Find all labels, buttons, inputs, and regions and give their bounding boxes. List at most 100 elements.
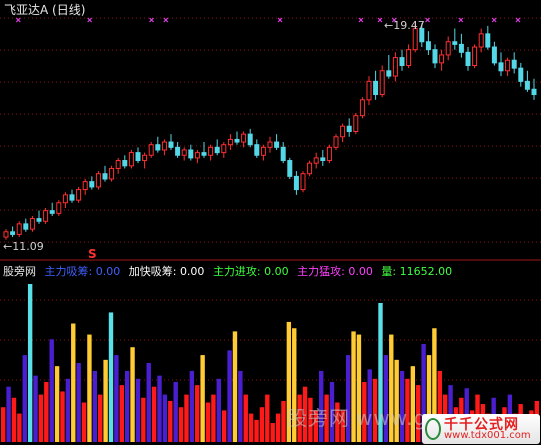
volume-bar[interactable]	[189, 370, 195, 442]
candle[interactable]	[366, 76, 372, 106]
candle[interactable]	[254, 139, 260, 158]
candle[interactable]	[280, 142, 286, 164]
volume-bar[interactable]	[270, 423, 275, 442]
volume-bar[interactable]	[173, 381, 178, 442]
volume-bar[interactable]	[248, 413, 254, 442]
candle[interactable]	[359, 97, 365, 119]
volume-bar[interactable]	[33, 375, 38, 442]
candle[interactable]	[208, 144, 214, 161]
candle[interactable]	[267, 136, 273, 153]
volume-bar[interactable]	[195, 385, 200, 442]
volume-bar[interactable]	[259, 407, 265, 442]
candle[interactable]	[89, 176, 95, 190]
candle[interactable]	[16, 221, 22, 238]
candle[interactable]	[29, 215, 35, 232]
candle[interactable]	[505, 57, 511, 77]
candle[interactable]	[76, 186, 82, 203]
candle[interactable]	[340, 123, 346, 143]
candle[interactable]	[511, 52, 517, 74]
candle[interactable]	[168, 134, 174, 150]
volume-bar[interactable]	[178, 407, 184, 442]
candle[interactable]	[227, 134, 233, 150]
candle[interactable]	[472, 44, 478, 69]
candle[interactable]	[406, 44, 412, 69]
volume-bar[interactable]	[27, 284, 33, 442]
candle[interactable]	[313, 152, 319, 169]
candle[interactable]	[307, 160, 313, 177]
candle[interactable]	[458, 33, 464, 58]
candle[interactable]	[274, 134, 280, 150]
candle[interactable]	[439, 49, 445, 71]
candle[interactable]	[293, 171, 299, 195]
volume-bar[interactable]	[151, 386, 157, 442]
candle[interactable]	[452, 28, 458, 50]
candle[interactable]	[399, 49, 405, 71]
candle[interactable]	[102, 165, 108, 182]
volume-bar[interactable]	[114, 355, 119, 442]
candle[interactable]	[320, 149, 326, 166]
candle[interactable]	[241, 131, 247, 148]
candle[interactable]	[188, 144, 194, 161]
candle[interactable]	[300, 171, 306, 193]
candle[interactable]	[287, 157, 293, 180]
candle[interactable]	[326, 144, 332, 164]
candle[interactable]	[82, 179, 88, 195]
volume-bar[interactable]	[108, 312, 114, 442]
candle[interactable]	[465, 47, 471, 71]
volume-bar[interactable]	[22, 355, 27, 442]
volume-bar[interactable]	[1, 407, 6, 442]
candle[interactable]	[491, 41, 497, 66]
candle[interactable]	[373, 70, 379, 100]
volume-bar[interactable]	[65, 378, 71, 442]
candle[interactable]	[425, 31, 431, 55]
candle[interactable]	[247, 128, 253, 148]
candle[interactable]	[49, 202, 55, 216]
volume-bar[interactable]	[81, 402, 87, 443]
candle[interactable]	[260, 144, 266, 161]
candle[interactable]	[498, 52, 504, 77]
volume-bar[interactable]	[211, 394, 216, 442]
volume-bar[interactable]	[157, 375, 162, 442]
volume-bar[interactable]	[38, 394, 44, 442]
volume-bar[interactable]	[17, 413, 22, 442]
volume-bar[interactable]	[98, 394, 103, 442]
volume-bar[interactable]	[103, 359, 108, 442]
candle[interactable]	[214, 139, 220, 156]
volume-bar[interactable]	[205, 402, 211, 443]
candle[interactable]	[142, 152, 148, 169]
candle[interactable]	[386, 54, 392, 79]
candle[interactable]	[23, 218, 29, 232]
volume-bar[interactable]	[281, 400, 286, 442]
candle[interactable]	[234, 131, 240, 145]
volume-bar[interactable]	[11, 397, 17, 442]
candle[interactable]	[181, 147, 187, 161]
volume-bar[interactable]	[44, 381, 49, 442]
volume-bar[interactable]	[87, 334, 92, 442]
candle[interactable]	[485, 25, 491, 50]
candle[interactable]	[445, 36, 451, 61]
candle[interactable]	[432, 44, 438, 69]
candle[interactable]	[518, 62, 524, 87]
candle[interactable]	[122, 155, 128, 169]
candle[interactable]	[379, 65, 385, 98]
candle[interactable]	[56, 200, 62, 216]
candle[interactable]	[155, 136, 161, 153]
candle[interactable]	[175, 142, 181, 158]
candle[interactable]	[62, 192, 68, 209]
volume-bar[interactable]	[232, 331, 238, 442]
candle[interactable]	[161, 139, 167, 156]
volume-bar[interactable]	[275, 413, 281, 442]
volume-bar[interactable]	[221, 410, 227, 442]
candle[interactable]	[148, 142, 154, 158]
volume-bar[interactable]	[60, 391, 65, 442]
candle[interactable]	[109, 165, 115, 182]
volume-bar[interactable]	[135, 378, 141, 442]
volume-bar[interactable]	[184, 394, 189, 442]
candle[interactable]	[221, 142, 227, 158]
candle[interactable]	[43, 208, 49, 224]
volume-bar[interactable]	[216, 378, 221, 442]
candle[interactable]	[3, 229, 9, 240]
candle[interactable]	[36, 210, 42, 224]
volume-bar[interactable]	[200, 355, 205, 442]
candle[interactable]	[135, 147, 141, 164]
